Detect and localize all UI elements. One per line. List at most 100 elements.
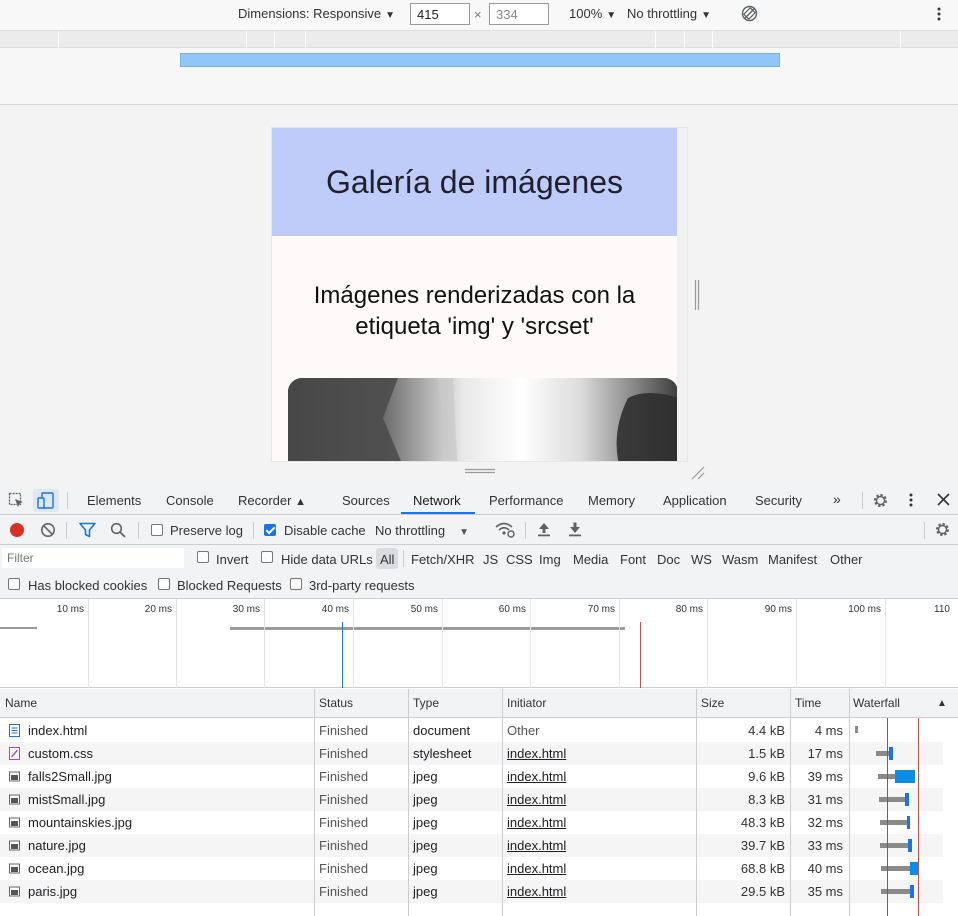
- cell-initiator[interactable]: index.html: [507, 838, 566, 853]
- overview-gridline: [442, 599, 443, 688]
- tab-elements[interactable]: Elements: [87, 493, 141, 508]
- device-toolbar-toggle-icon[interactable]: [37, 492, 55, 509]
- cell-initiator[interactable]: index.html: [507, 746, 566, 761]
- tab-performance[interactable]: Performance: [489, 493, 563, 508]
- filter-type-font[interactable]: Font: [620, 552, 646, 567]
- height-input[interactable]: [489, 3, 549, 25]
- resize-handle-corner[interactable]: [690, 466, 706, 480]
- more-options-icon[interactable]: [934, 6, 944, 22]
- filter-type-doc[interactable]: Doc: [657, 552, 680, 567]
- column-status[interactable]: Status: [319, 696, 353, 710]
- overview-tick-label: 20 ms: [144, 604, 172, 615]
- width-input[interactable]: [410, 3, 470, 25]
- zoom-dropdown[interactable]: 100% ▼: [569, 6, 616, 21]
- more-tabs-icon[interactable]: »: [833, 491, 841, 507]
- resize-handle-right[interactable]: [694, 280, 700, 310]
- throttling-dropdown[interactable]: No throttling ▼: [627, 6, 711, 21]
- filter-type-img[interactable]: Img: [539, 552, 561, 567]
- waterfall-download-bar: [910, 862, 918, 875]
- media-query-range[interactable]: [180, 53, 780, 67]
- table-row[interactable]: paris.jpg Finished jpeg index.html 29.5 kB 35…: [0, 880, 958, 903]
- table-row[interactable]: ocean.jpg Finished jpeg index.html 68.8 kB 40…: [0, 857, 958, 880]
- cell-size: 9.6 kB: [748, 769, 785, 784]
- cell-name[interactable]: nature.jpg: [28, 838, 86, 853]
- filter-type-other[interactable]: Other: [830, 552, 863, 567]
- filter-icon[interactable]: [79, 522, 96, 538]
- column-waterfall[interactable]: Waterfall: [853, 696, 900, 710]
- waterfall-image: [288, 378, 678, 461]
- network-conditions-icon[interactable]: [495, 521, 515, 539]
- customize-menu-icon[interactable]: [906, 492, 916, 508]
- table-row[interactable]: custom.css Finished stylesheet index.html 1.…: [0, 742, 958, 765]
- tab-application[interactable]: Application: [663, 493, 727, 508]
- cell-name[interactable]: custom.css: [28, 746, 93, 761]
- filter-type-media[interactable]: Media: [573, 552, 608, 567]
- cell-name[interactable]: mistSmall.jpg: [28, 792, 105, 807]
- clear-icon[interactable]: [40, 522, 56, 538]
- table-row[interactable]: mountainskies.jpg Finished jpeg index.html 4…: [0, 811, 958, 834]
- export-har-icon[interactable]: [568, 521, 582, 537]
- media-query-ruler[interactable]: [0, 30, 958, 48]
- preserve-log-checkbox[interactable]: [151, 524, 163, 536]
- cell-name[interactable]: paris.jpg: [28, 884, 77, 899]
- network-settings-icon[interactable]: [934, 521, 951, 538]
- filter-type-ws[interactable]: WS: [691, 552, 712, 567]
- column-type[interactable]: Type: [413, 696, 439, 710]
- emulated-viewport[interactable]: Galería de imágenes Imágenes renderizada…: [271, 127, 688, 462]
- tab-console[interactable]: Console: [166, 493, 214, 508]
- settings-gear-icon[interactable]: [872, 492, 889, 509]
- table-row[interactable]: mistSmall.jpg Finished jpeg index.html 8.3 k…: [0, 788, 958, 811]
- invert-checkbox[interactable]: [197, 551, 209, 563]
- divider: [862, 492, 863, 509]
- filter-type-css[interactable]: CSS: [506, 552, 533, 567]
- viewport-scrollbar[interactable]: [677, 128, 687, 461]
- sort-ascending-icon[interactable]: ▲: [937, 698, 947, 709]
- cell-initiator[interactable]: index.html: [507, 884, 566, 899]
- cell-time: 4 ms: [814, 723, 843, 738]
- cell-initiator[interactable]: index.html: [507, 815, 566, 830]
- hide-data-urls-checkbox[interactable]: [261, 551, 273, 563]
- cell-name[interactable]: mountainskies.jpg: [28, 815, 132, 830]
- cell-initiator[interactable]: index.html: [507, 861, 566, 876]
- tab-sources[interactable]: Sources: [342, 493, 390, 508]
- filter-type-fetch-xhr[interactable]: Fetch/XHR: [411, 552, 475, 567]
- third-party-requests-checkbox[interactable]: [290, 578, 302, 590]
- dimensions-dropdown[interactable]: Dimensions: Responsive ▼: [238, 6, 395, 21]
- column-time[interactable]: Time: [795, 696, 821, 710]
- table-row[interactable]: falls2Small.jpg Finished jpeg index.html 9.6…: [0, 765, 958, 788]
- tab-recorder[interactable]: Recorder ▲: [238, 493, 306, 508]
- blocked-requests-checkbox[interactable]: [158, 578, 170, 590]
- inspect-element-icon[interactable]: [8, 492, 25, 509]
- record-icon[interactable]: [9, 522, 25, 538]
- page-title: Galería de imágenes: [325, 164, 624, 200]
- cell-name[interactable]: falls2Small.jpg: [28, 769, 112, 784]
- network-throttling-dropdown[interactable]: No throttling ▼: [375, 523, 469, 538]
- filter-type-all[interactable]: All: [380, 552, 394, 567]
- tab-memory[interactable]: Memory: [588, 493, 635, 508]
- column-initiator[interactable]: Initiator: [507, 696, 546, 710]
- filter-type-js[interactable]: JS: [483, 552, 498, 567]
- table-row[interactable]: index.html Finished document Other 4.4 kB 4 m…: [0, 719, 958, 742]
- resize-handle-bottom[interactable]: [465, 468, 495, 474]
- close-devtools-icon[interactable]: [937, 493, 950, 506]
- search-icon[interactable]: [110, 522, 126, 538]
- cell-name[interactable]: index.html: [28, 723, 87, 738]
- disable-cache-checkbox[interactable]: [264, 524, 276, 536]
- filter-input[interactable]: [2, 548, 184, 568]
- devtools-tabbar: Elements Console Recorder ▲ Sources Netw…: [0, 486, 958, 515]
- import-har-icon[interactable]: [537, 521, 551, 537]
- cell-status: Finished: [319, 792, 369, 807]
- tab-security[interactable]: Security: [755, 493, 802, 508]
- tab-network[interactable]: Network: [413, 493, 461, 508]
- column-name[interactable]: Name: [5, 696, 37, 710]
- table-row[interactable]: nature.jpg Finished jpeg index.html 39.7 kB 3…: [0, 834, 958, 857]
- cell-initiator[interactable]: index.html: [507, 769, 566, 784]
- cell-name[interactable]: ocean.jpg: [28, 861, 84, 876]
- filter-type-wasm[interactable]: Wasm: [722, 552, 758, 567]
- filter-type-manifest[interactable]: Manifest: [768, 552, 817, 567]
- rotate-icon[interactable]: [741, 5, 758, 22]
- has-blocked-cookies-checkbox[interactable]: [8, 578, 20, 590]
- cell-initiator[interactable]: index.html: [507, 792, 566, 807]
- overview-bar: [0, 627, 37, 629]
- column-size[interactable]: Size: [701, 696, 724, 710]
